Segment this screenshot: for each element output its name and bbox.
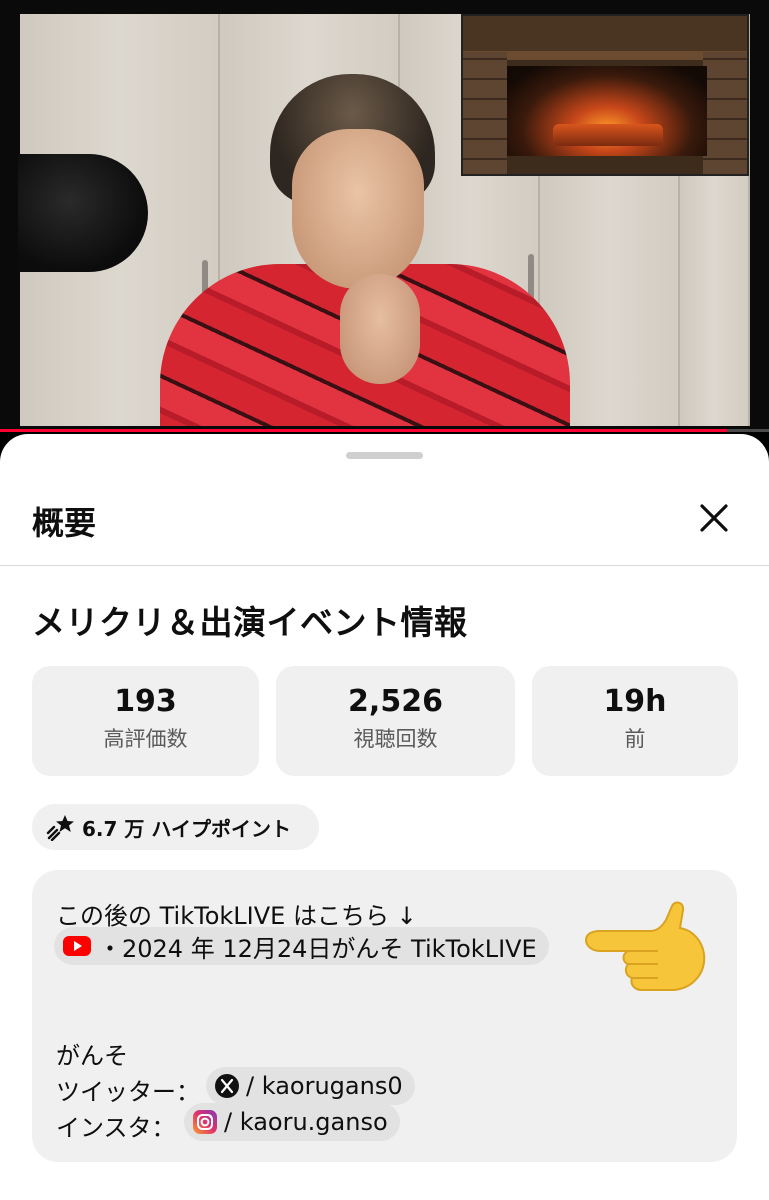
- microphone: [18, 154, 148, 272]
- hype-icon: [46, 815, 74, 841]
- likes-label: 高評価数: [103, 727, 188, 751]
- video-player[interactable]: [0, 0, 769, 432]
- instagram-link-chip[interactable]: / kaoru.ganso: [184, 1103, 400, 1141]
- channel-name: がんそ: [56, 1042, 128, 1070]
- fireplace-stone: [463, 52, 507, 174]
- instagram-icon: [193, 1110, 217, 1134]
- progress-bar[interactable]: [0, 429, 769, 432]
- likes-count: 193: [114, 684, 177, 719]
- fire-log: [553, 124, 663, 146]
- views-label: 視聴回数: [353, 727, 438, 751]
- hand: [340, 274, 420, 384]
- sheet-title: 概要: [32, 504, 97, 542]
- description-line: この後の TikTokLIVE はこちら ↓: [56, 902, 417, 930]
- description-sheet: 概要 メリクリ＆出演イベント情報 193 高評価数 2,526 視聴回数 19h…: [0, 434, 769, 1200]
- insta-label: インスタ：: [56, 1114, 176, 1142]
- pointing-hand-emoji: [584, 901, 706, 991]
- fireplace-overlay: [461, 14, 749, 176]
- video-link-chip[interactable]: ・2024 年 12月24日がんそ TikTokLIVE: [54, 927, 549, 965]
- x-icon: [215, 1074, 239, 1098]
- close-icon: [700, 504, 728, 532]
- upload-age-label: 前: [624, 727, 646, 751]
- instagram-handle: / kaoru.ganso: [224, 1108, 388, 1136]
- divider: [0, 565, 769, 566]
- views-count: 2,526: [348, 684, 443, 719]
- stat-age: 19h 前: [532, 666, 738, 776]
- stat-likes: 193 高評価数: [32, 666, 259, 776]
- video-title: メリクリ＆出演イベント情報: [32, 603, 468, 642]
- hype-points-chip[interactable]: 6.7 万 ハイプポイント: [32, 804, 319, 850]
- twitter-label: ツイッター：: [56, 1078, 200, 1106]
- drag-handle[interactable]: [346, 452, 423, 459]
- close-button[interactable]: [690, 494, 738, 542]
- progress-bar-fill: [0, 429, 727, 432]
- twitter-link-chip[interactable]: / kaorugans0: [206, 1067, 415, 1105]
- twitter-handle: / kaorugans0: [246, 1072, 403, 1100]
- face: [292, 129, 424, 289]
- hype-points-label: 6.7 万 ハイプポイント: [82, 816, 291, 841]
- youtube-icon: [63, 936, 91, 956]
- stat-views: 2,526 視聴回数: [276, 666, 515, 776]
- video-link-text: ・2024 年 12月24日がんそ TikTokLIVE: [98, 934, 537, 963]
- upload-age: 19h: [603, 684, 667, 719]
- fireplace-stone: [703, 52, 747, 174]
